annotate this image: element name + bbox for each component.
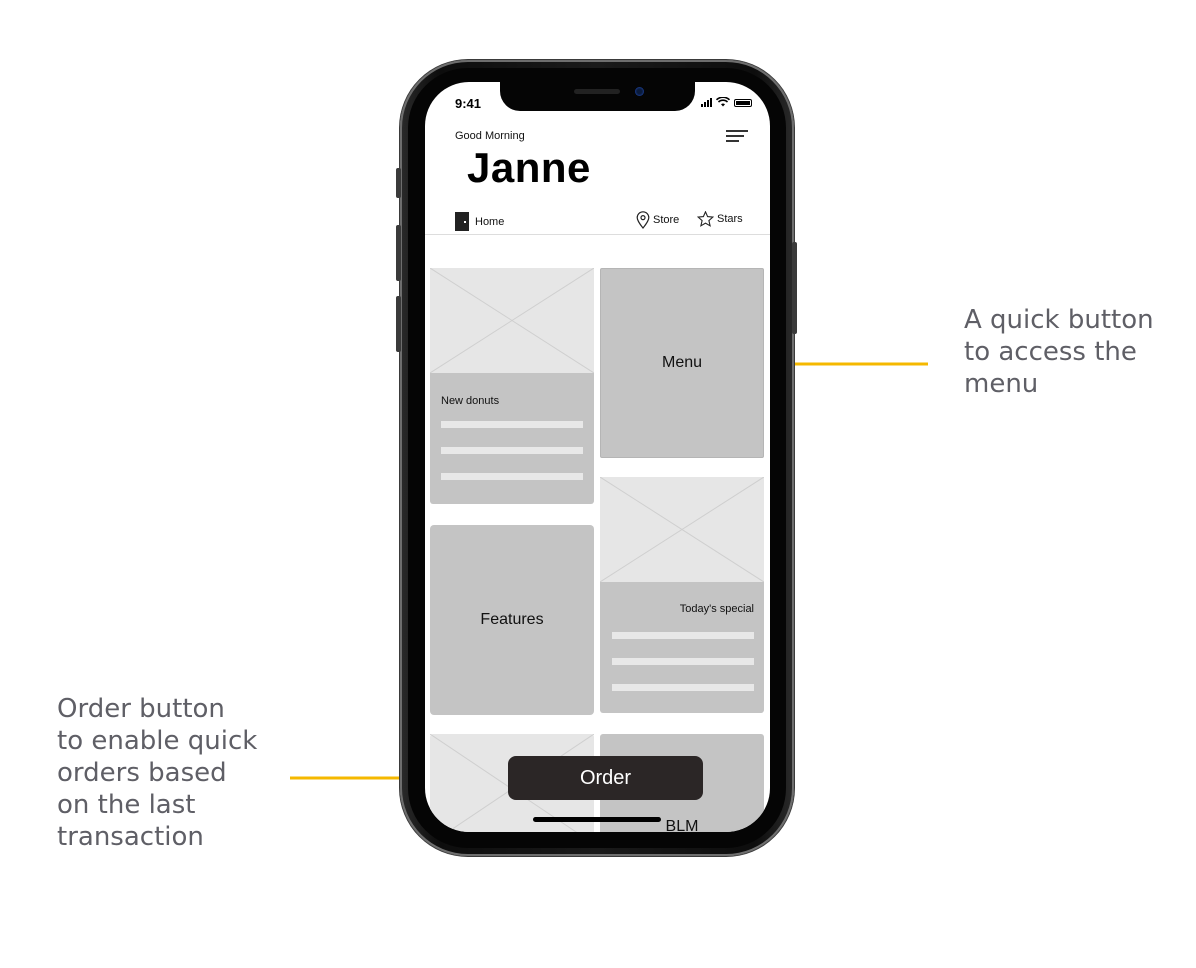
- star-icon: [697, 211, 714, 227]
- todays-special-card[interactable]: Today's special: [600, 477, 764, 713]
- features-card[interactable]: Features: [430, 525, 594, 715]
- nav-store[interactable]: Store: [636, 211, 679, 229]
- camera-icon: [635, 87, 644, 96]
- wifi-icon: [716, 97, 730, 107]
- user-name: Janne: [467, 144, 591, 191]
- door-icon: [455, 212, 469, 231]
- image-placeholder: [600, 477, 764, 582]
- phone-screen: 9:41 Good Morning Janne Home Store Stars…: [425, 82, 770, 832]
- order-annotation-line: transaction: [57, 822, 204, 852]
- order-annotation-line: Order button: [57, 694, 225, 724]
- order-annotation-line: orders based: [57, 758, 227, 788]
- hamburger-menu-icon[interactable]: [726, 130, 748, 145]
- status-time: 9:41: [455, 96, 482, 111]
- text-line-placeholder: [441, 421, 583, 428]
- battery-icon: [734, 99, 752, 107]
- order-annotation: Order button to enable quick orders base…: [57, 693, 257, 853]
- menu-annotation-line: menu: [964, 369, 1039, 399]
- top-nav: Home Store Stars: [425, 210, 770, 235]
- text-line-placeholder: [612, 658, 754, 665]
- new-donuts-card[interactable]: New donuts: [430, 268, 594, 504]
- menu-annotation: A quick button to access the menu: [964, 304, 1154, 400]
- text-line-placeholder: [612, 632, 754, 639]
- nav-stars-label: Stars: [717, 213, 743, 225]
- order-button[interactable]: Order: [508, 756, 703, 800]
- image-placeholder: [430, 268, 594, 373]
- nav-store-label: Store: [653, 214, 680, 226]
- order-annotation-line: on the last: [57, 790, 196, 820]
- notch: [500, 82, 695, 111]
- speaker-grille: [574, 89, 620, 94]
- signal-icon: [701, 97, 712, 107]
- location-pin-icon: [636, 211, 650, 229]
- greeting-text: Good Morning: [455, 130, 525, 142]
- menu-card-label: Menu: [661, 354, 703, 371]
- text-line-placeholder: [441, 473, 583, 480]
- nav-home-label: Home: [475, 215, 505, 228]
- nav-home[interactable]: Home: [455, 212, 504, 231]
- features-card-label: Features: [480, 611, 544, 628]
- volume-down-button: [396, 296, 401, 352]
- todays-special-title: Today's special: [679, 603, 754, 615]
- text-line-placeholder: [612, 684, 754, 691]
- order-annotation-line: to enable quick: [57, 726, 258, 756]
- text-line-placeholder: [441, 447, 583, 454]
- menu-annotation-line: to access the: [964, 337, 1137, 367]
- menu-annotation-line: A quick button: [964, 305, 1154, 335]
- status-icons: [701, 97, 752, 107]
- power-button: [792, 242, 797, 334]
- home-indicator: [533, 817, 661, 822]
- new-donuts-title: New donuts: [441, 395, 500, 407]
- nav-stars[interactable]: Stars: [697, 211, 743, 227]
- menu-card-button[interactable]: Menu: [600, 268, 764, 458]
- volume-up-button: [396, 225, 401, 281]
- mute-switch: [396, 168, 401, 198]
